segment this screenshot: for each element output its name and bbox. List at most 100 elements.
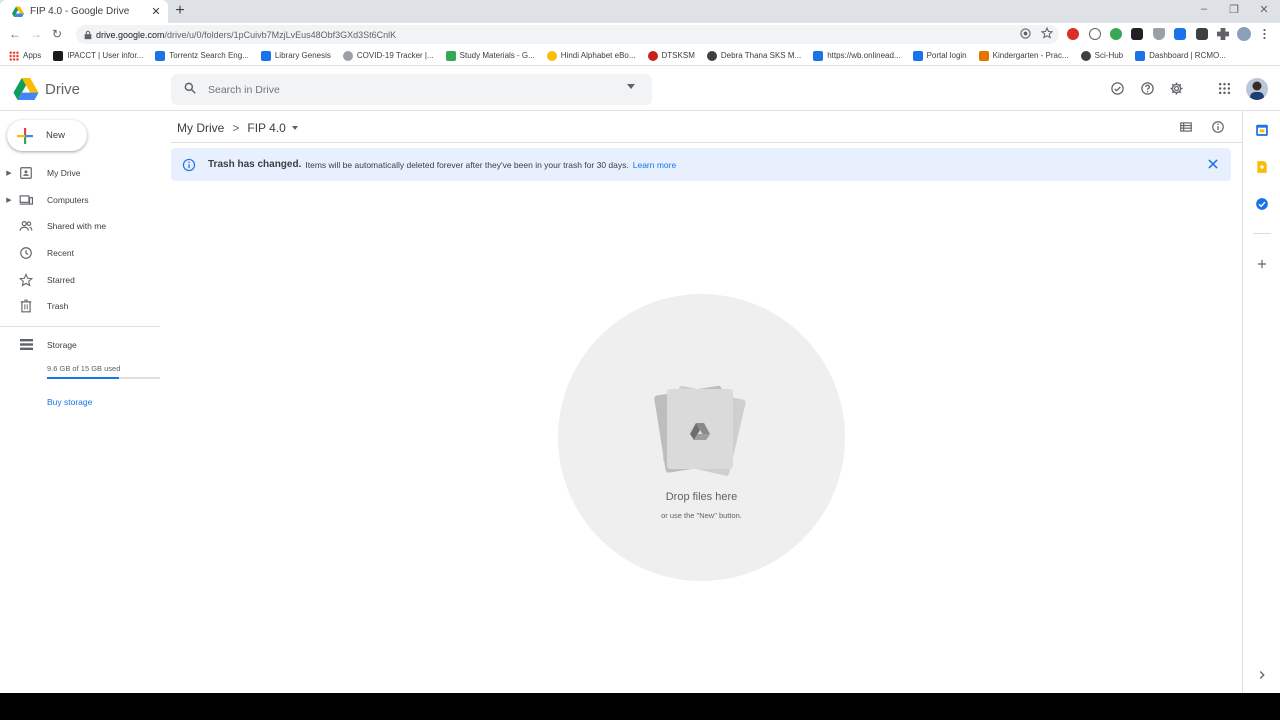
translate-extension-icon[interactable] [1196,28,1208,40]
drive-logo[interactable]: Drive [13,78,80,100]
side-panel [1242,111,1280,693]
breadcrumb-my-drive[interactable]: My Drive [177,121,224,135]
browser-menu-icon[interactable] [1263,28,1266,39]
keep-notes-icon[interactable] [1255,160,1269,174]
storage-progress-bar [47,377,160,379]
search-options-chevron-down-icon[interactable] [627,84,635,89]
sidebar-item-shared-with-me[interactable]: Shared with me [0,213,160,239]
browser-tab[interactable]: FIP 4.0 - Google Drive ✕ [0,0,168,23]
back-button[interactable]: ← [8,27,22,41]
covid-icon [342,50,353,61]
my-drive-icon [20,167,32,179]
account-avatar[interactable] [1246,78,1268,100]
search-icon[interactable] [183,81,197,95]
browser-tab-strip: FIP 4.0 - Google Drive ✕ + – ❐ ✕ [0,0,1280,23]
bookmark-item[interactable]: Torrentz Search Eng... [155,50,249,61]
search-bar[interactable] [171,74,652,105]
bookmark-item[interactable]: Study Materials - G... [445,50,535,61]
lock-icon [84,30,92,39]
recent-clock-icon [20,247,32,259]
adblock-extension-icon[interactable] [1067,28,1079,40]
bookmark-item[interactable]: Sci-Hub [1080,50,1123,61]
calendar-icon[interactable] [1255,123,1269,137]
details-info-icon[interactable] [1211,120,1225,134]
forward-button[interactable]: → [29,27,43,41]
list-view-icon[interactable] [1179,120,1193,134]
bookmark-item[interactable]: IPACCT | User infor... [53,50,144,61]
bookmark-label: Torrentz Search Eng... [169,51,249,60]
circle-icon [647,50,658,61]
url-path: /drive/u/0/folders/1pCuivb7MzjLvEus48Obf… [164,29,397,40]
folder-menu-chevron-down-icon[interactable] [291,126,298,130]
collapse-panel-chevron-right-icon[interactable] [1255,668,1269,682]
learn-more-link[interactable]: Learn more [633,160,676,170]
offline-ready-icon[interactable] [1110,81,1125,96]
buy-storage-link[interactable]: Buy storage [47,397,92,407]
sidebar-divider [0,326,160,327]
search-input[interactable] [208,80,608,99]
tasks-icon[interactable] [1255,197,1269,211]
url-text: drive.google.com/drive/u/0/folders/1pCui… [96,30,396,40]
new-button-label: New [46,130,66,141]
grammar-extension-icon[interactable] [1089,28,1101,40]
new-button[interactable]: New [7,120,87,151]
apps-grid-icon [9,50,19,61]
bookmark-label: https://wb.onlinead... [827,51,901,60]
bookmark-item[interactable]: Library Genesis [260,50,331,61]
green-extension-icon[interactable] [1110,28,1122,40]
sidebar-item-computers[interactable]: ▶ Computers [0,187,160,213]
chrome-icon [546,50,557,61]
storage-used-text: 9.6 GB of 15 GB used [47,364,121,373]
sidebar-item-starred[interactable]: Starred [0,267,160,293]
profile-avatar-icon[interactable] [1237,27,1251,41]
bookmark-item[interactable]: Kindergarten - Prac... [978,50,1069,61]
bookmark-item[interactable]: Dashboard | RCMO... [1135,50,1226,61]
drive-extension-icon[interactable] [1153,28,1165,40]
tab-close-icon[interactable]: ✕ [150,5,162,18]
window-maximize-button[interactable]: ❐ [1226,3,1242,16]
bookmark-item[interactable]: Hindi Alphabet eBo... [546,50,636,61]
storage-progress-fill [47,377,120,379]
bookmark-star-icon[interactable] [1041,27,1053,39]
url-host: drive.google.com [96,29,165,40]
bookmark-item[interactable]: COVID-19 Tracker |... [342,50,434,61]
expand-arrow-icon[interactable]: ▶ [4,169,14,177]
bookmark-item[interactable]: Debra Thana SKS M... [706,50,801,61]
breadcrumb: My Drive > FIP 4.0 [177,120,298,136]
new-tab-button[interactable]: + [173,2,187,20]
bookmark-label: COVID-19 Tracker |... [356,51,434,60]
ip-icon [53,50,64,61]
library-icon [260,50,271,61]
drive-header: Drive [0,67,1280,111]
window-minimize-button[interactable]: – [1196,3,1212,15]
install-app-icon[interactable] [1020,28,1031,39]
breadcrumb-current-folder[interactable]: FIP 4.0 [247,121,285,135]
bookmark-item[interactable]: Portal login [912,50,967,61]
address-bar[interactable]: drive.google.com/drive/u/0/folders/1pCui… [76,25,1059,44]
bookmark-item[interactable]: https://wb.onlinead... [813,50,901,61]
sidebar-item-recent[interactable]: Recent [0,240,160,266]
google-apps-icon[interactable] [1217,81,1232,96]
window-close-button[interactable]: ✕ [1256,3,1272,16]
sidebar-item-label: Shared with me [47,221,107,231]
globe-icon [1080,50,1091,61]
sidebar-item-my-drive[interactable]: ▶ My Drive [0,160,160,186]
drive-icon [445,50,456,61]
storage-label[interactable]: Storage [47,340,77,350]
bookmark-item[interactable]: Apps [9,50,41,61]
bookmark-item[interactable]: DTSKSM [647,50,695,61]
tab-title: FIP 4.0 - Google Drive [30,6,130,17]
browser-toolbar: ← → ↻ drive.google.com/drive/u/0/folders… [0,23,1280,46]
reload-button[interactable]: ↻ [50,27,64,41]
help-icon[interactable] [1140,81,1155,96]
banner-text: Items will be automatically deleted fore… [305,159,629,170]
bookmark-label: IPACCT | User infor... [67,51,144,60]
settings-gear-icon[interactable] [1169,81,1184,96]
close-icon[interactable] [1206,157,1220,171]
get-addons-plus-icon[interactable] [1255,257,1269,271]
expand-arrow-icon[interactable]: ▶ [4,196,14,204]
acrobat-extension-icon[interactable] [1131,28,1143,40]
main-header-divider [171,142,1242,143]
screen-extension-icon[interactable] [1174,28,1186,40]
sidebar-item-trash[interactable]: Trash [0,293,160,319]
